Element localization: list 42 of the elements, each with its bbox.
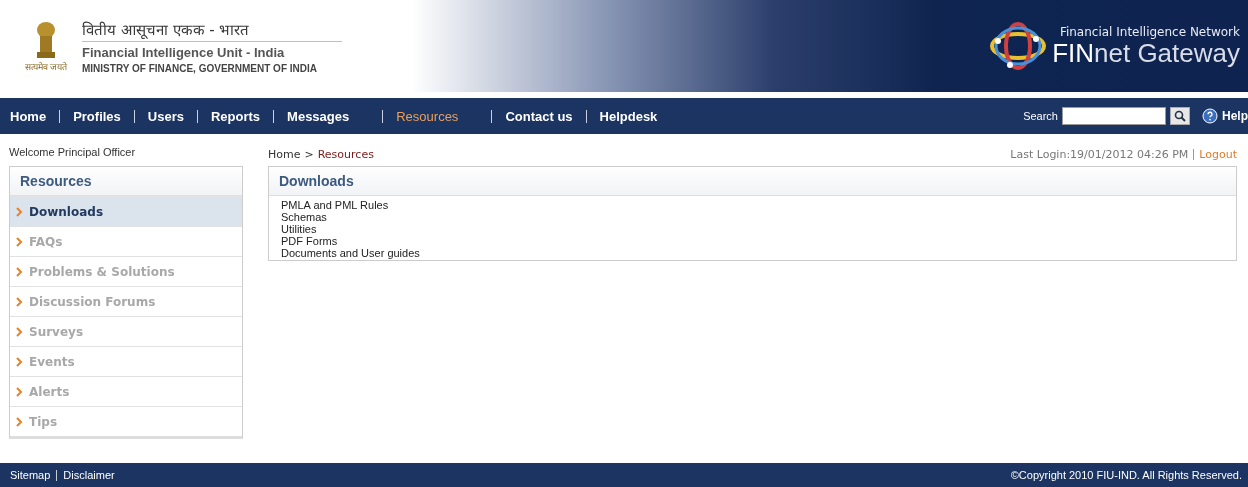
search-field[interactable] bbox=[1062, 107, 1166, 125]
site-title: Financial Intelligence Unit - India bbox=[82, 44, 286, 60]
download-link[interactable]: Documents and User guides bbox=[269, 247, 1236, 259]
network-label: Financial Intelligence Network bbox=[1059, 24, 1240, 39]
search-button[interactable] bbox=[1170, 107, 1190, 125]
brand-name: FINnet Gateway bbox=[1052, 38, 1240, 68]
nav-link[interactable]: Reports bbox=[196, 109, 274, 123]
chevron-icon bbox=[16, 206, 23, 217]
chevron-icon bbox=[16, 356, 23, 367]
download-link[interactable]: PDF Forms bbox=[269, 235, 1236, 247]
nav-link[interactable]: Home bbox=[10, 109, 60, 123]
nav-link[interactable]: Users bbox=[133, 109, 197, 123]
sidebar-item[interactable]: Downloads bbox=[10, 196, 242, 226]
copyright-text: ©Copyright 2010 FIU-IND. All Rights Reserved. bbox=[1010, 469, 1242, 481]
footer-link[interactable]: Disclaimer bbox=[56, 469, 121, 481]
breadcrumb-current: Resources bbox=[317, 147, 374, 161]
nav-link[interactable]: Contact us bbox=[491, 109, 586, 123]
hindi-title: वितीय आसूचना एकक - भारत bbox=[82, 18, 342, 42]
download-link[interactable]: PMLA and PML Rules bbox=[269, 199, 1236, 211]
search-label: Search bbox=[1023, 110, 1058, 122]
chevron-icon bbox=[16, 386, 23, 397]
help-link[interactable]: Help bbox=[1202, 108, 1248, 124]
footer-link[interactable]: Sitemap bbox=[10, 469, 57, 481]
nav-link[interactable]: Profiles bbox=[59, 109, 134, 123]
site-subtitle: MINISTRY OF FINANCE, GOVERNMENT OF INDIA bbox=[82, 62, 318, 74]
nav-link[interactable]: Resources bbox=[382, 109, 472, 123]
welcome-text: Welcome Principal Officer bbox=[9, 146, 137, 160]
globe-logo-icon bbox=[988, 21, 1049, 71]
last-login-text: Last Login:19/01/2012 04:26 PM bbox=[1010, 148, 1195, 160]
download-link[interactable]: Schemas bbox=[269, 211, 1236, 223]
chevron-icon bbox=[16, 326, 23, 337]
breadcrumb-separator: > bbox=[304, 147, 314, 161]
emblem-motto: सत्यमेव जयते bbox=[24, 60, 68, 73]
nav-link[interactable]: Helpdesk bbox=[585, 109, 671, 123]
chevron-icon bbox=[16, 296, 23, 307]
breadcrumb-home[interactable]: Home bbox=[268, 147, 301, 161]
chevron-icon bbox=[16, 266, 23, 277]
download-link[interactable]: Utilities bbox=[269, 223, 1236, 235]
chevron-icon bbox=[16, 416, 23, 427]
chevron-icon bbox=[16, 236, 23, 247]
help-icon bbox=[1202, 108, 1218, 124]
nav-link[interactable]: Messages bbox=[273, 109, 363, 123]
